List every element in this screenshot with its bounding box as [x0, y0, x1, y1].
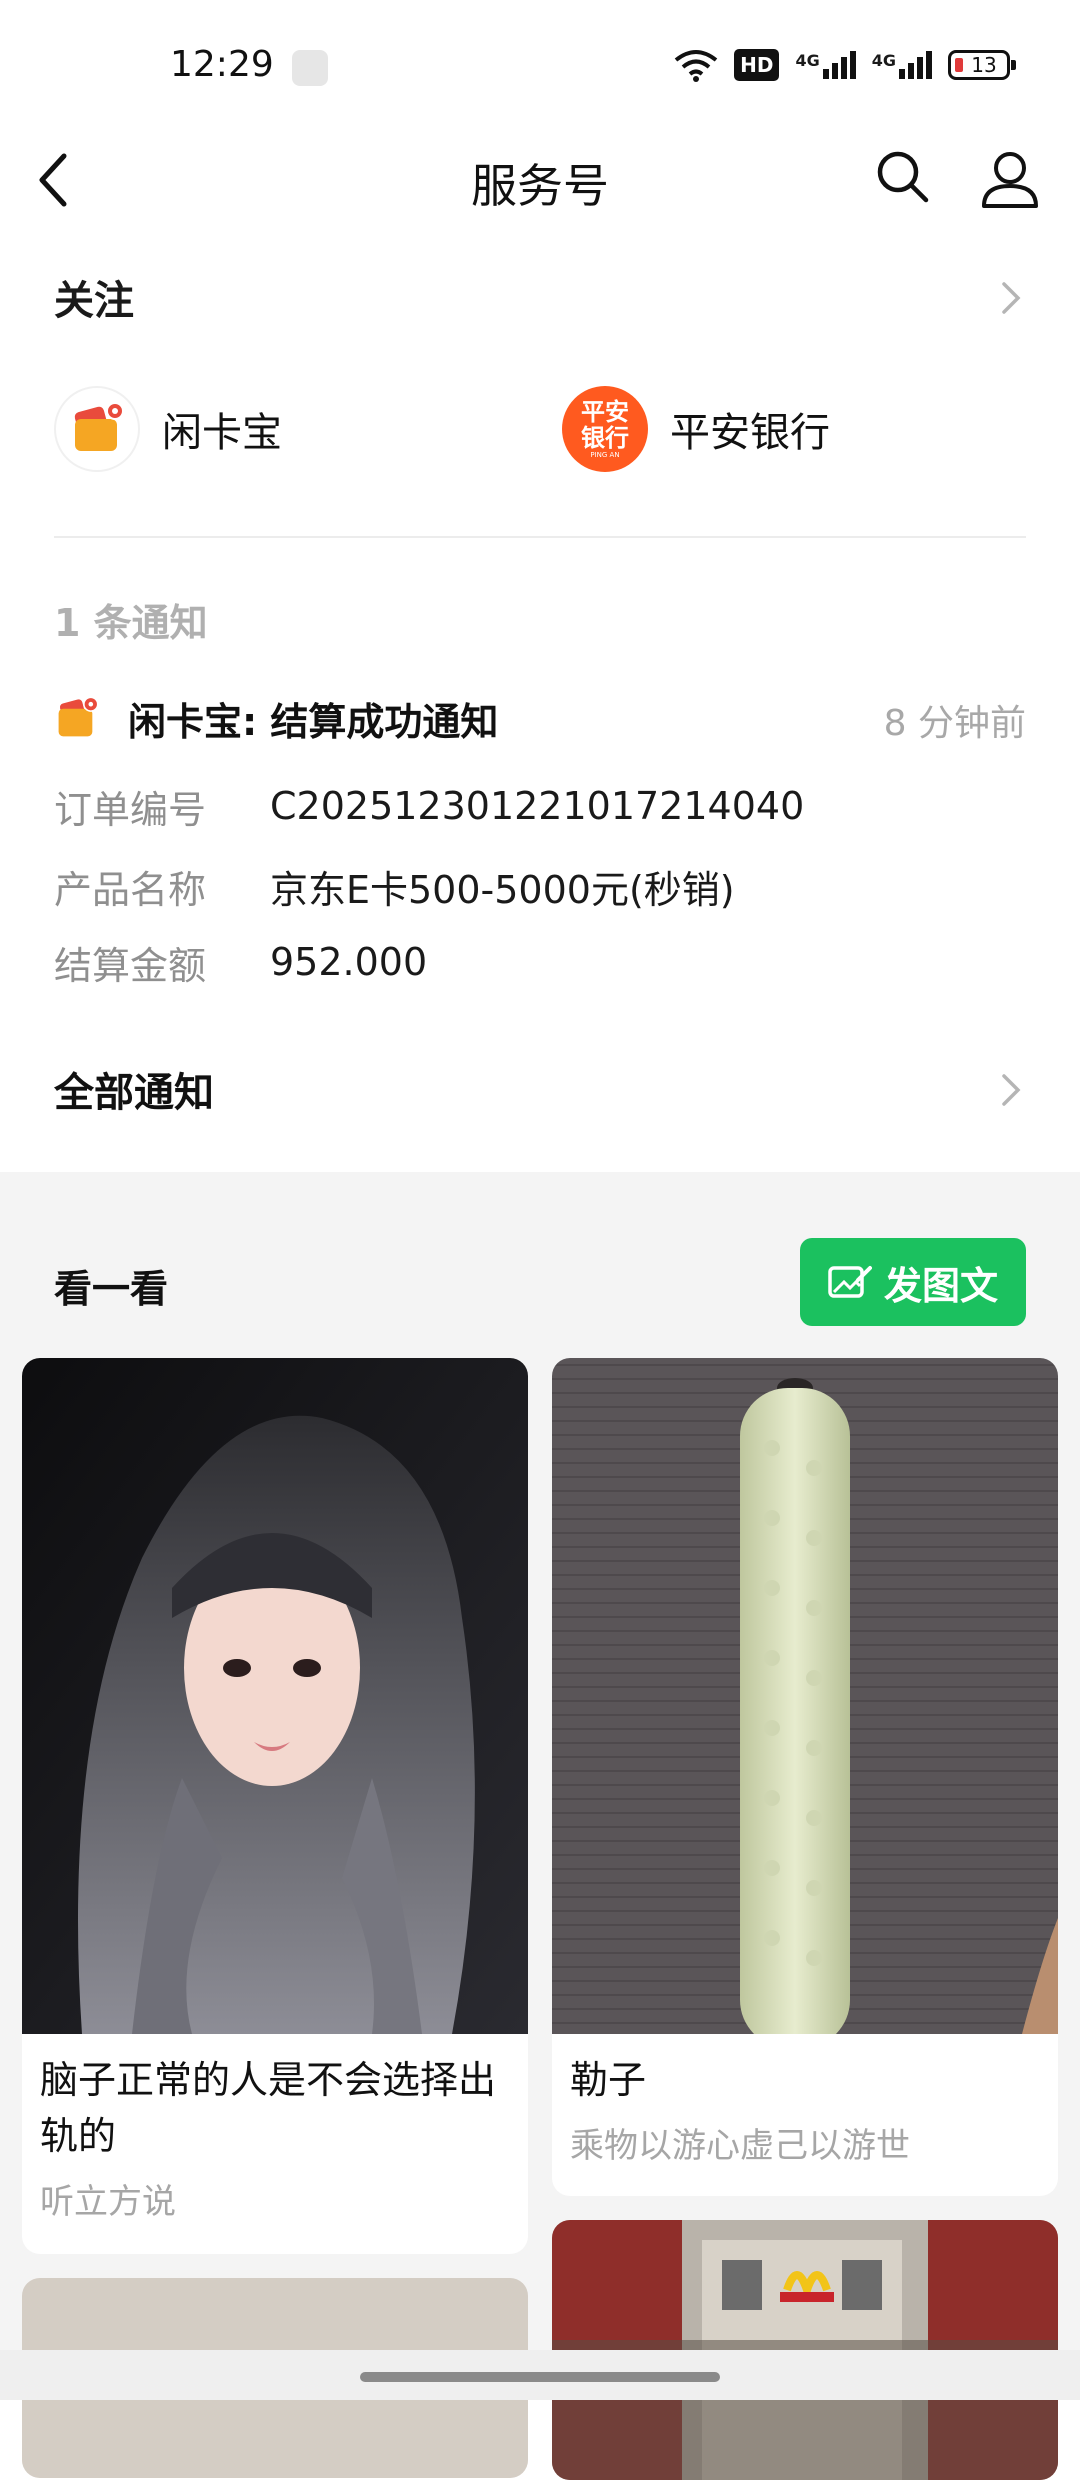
post-button-label: 发图文 [883, 1265, 998, 1308]
notification-count: 1 条通知 [54, 601, 208, 645]
signal-4g-icon: 4G [795, 51, 856, 79]
battery-level: 13 [971, 53, 997, 77]
status-time: 12:29 [170, 44, 274, 85]
logo-text-bottom: 银行 [581, 424, 629, 452]
all-notifications-label: 全部通知 [54, 1070, 214, 1116]
notification-indicator [292, 50, 328, 86]
card-title: 勒子 [570, 2058, 647, 2102]
network-label-2: 4G [871, 51, 896, 70]
detail-row-order: 订单编号 C202512301221017214040 [54, 776, 1026, 836]
card-title: 脑子正常的人是不会选择出轨的 [40, 2058, 497, 2158]
wallet-icon [54, 386, 140, 472]
top-nav: 服务号 [0, 140, 1080, 220]
feed-card[interactable]: 脑子正常的人是不会选择出轨的 听立方说 [22, 1358, 528, 2254]
portrait-photo [22, 1358, 528, 2034]
battery-icon: 13 [948, 50, 1016, 80]
detail-value: 京东E卡500-5000元(秒销) [270, 867, 735, 912]
detail-row-amount: 结算金额 952.000 [54, 932, 1026, 992]
detail-label: 订单编号 [54, 787, 207, 832]
followed-account-pingan[interactable]: 平安 银行 PING AN 平安银行 [562, 384, 830, 474]
detail-value: 952.000 [270, 940, 428, 984]
status-bar: 12:29 HD 4G 4G 13 [0, 0, 1080, 140]
detail-row-product: 产品名称 京东E卡500-5000元(秒销) [54, 856, 1026, 916]
home-indicator[interactable] [360, 2372, 720, 2382]
followed-account-xiankabao[interactable]: 闲卡宝 [54, 384, 282, 474]
network-label: 4G [795, 51, 820, 70]
notification-time: 8 分钟前 [883, 703, 1026, 744]
signal-4g-icon-2: 4G [872, 51, 932, 79]
follow-header[interactable]: 关注 [54, 268, 1026, 338]
pingan-logo: 平安 银行 PING AN [562, 386, 648, 472]
jade-photo [552, 1358, 1058, 2034]
wallet-icon [58, 696, 99, 737]
detail-label: 结算金额 [54, 943, 207, 988]
divider [54, 536, 1026, 538]
wifi-icon [674, 50, 718, 82]
user-icon[interactable] [978, 146, 1042, 210]
all-notifications-link[interactable]: 全部通知 [54, 1060, 1026, 1120]
detail-value: C202512301221017214040 [270, 784, 805, 828]
card-source: 乘物以游心虚己以游世 [570, 2126, 910, 2166]
logo-text-top: 平安 [581, 398, 629, 426]
card-text: 脑子正常的人是不会选择出轨的 听立方说 [40, 2052, 510, 2223]
notification-item[interactable]: 闲卡宝: 结算成功通知 8 分钟前 [54, 688, 1026, 748]
card-source: 听立方说 [40, 2182, 176, 2222]
feed-card[interactable]: 勒子 乘物以游心虚己以游世 [552, 1358, 1058, 2196]
search-icon[interactable] [872, 146, 932, 206]
detail-label: 产品名称 [54, 867, 207, 912]
post-image-text-button[interactable]: 发图文 [800, 1238, 1026, 1326]
status-icons: HD 4G 4G 13 [674, 48, 1016, 82]
chevron-right-icon [1002, 1074, 1021, 1106]
follow-title: 关注 [54, 278, 134, 324]
hd-badge: HD [734, 49, 780, 81]
notification-title: 闲卡宝: 结算成功通知 [128, 699, 499, 744]
account-name: 平安银行 [670, 410, 830, 456]
chevron-right-icon [1002, 282, 1021, 314]
home-indicator-bar [0, 2350, 1080, 2400]
account-name: 闲卡宝 [162, 410, 282, 456]
look-title: 看一看 [54, 1267, 169, 1311]
card-text: 勒子 乘物以游心虚己以游世 [570, 2052, 1040, 2167]
logo-text-small: PING AN [590, 451, 620, 459]
image-edit-icon [828, 1266, 872, 1298]
